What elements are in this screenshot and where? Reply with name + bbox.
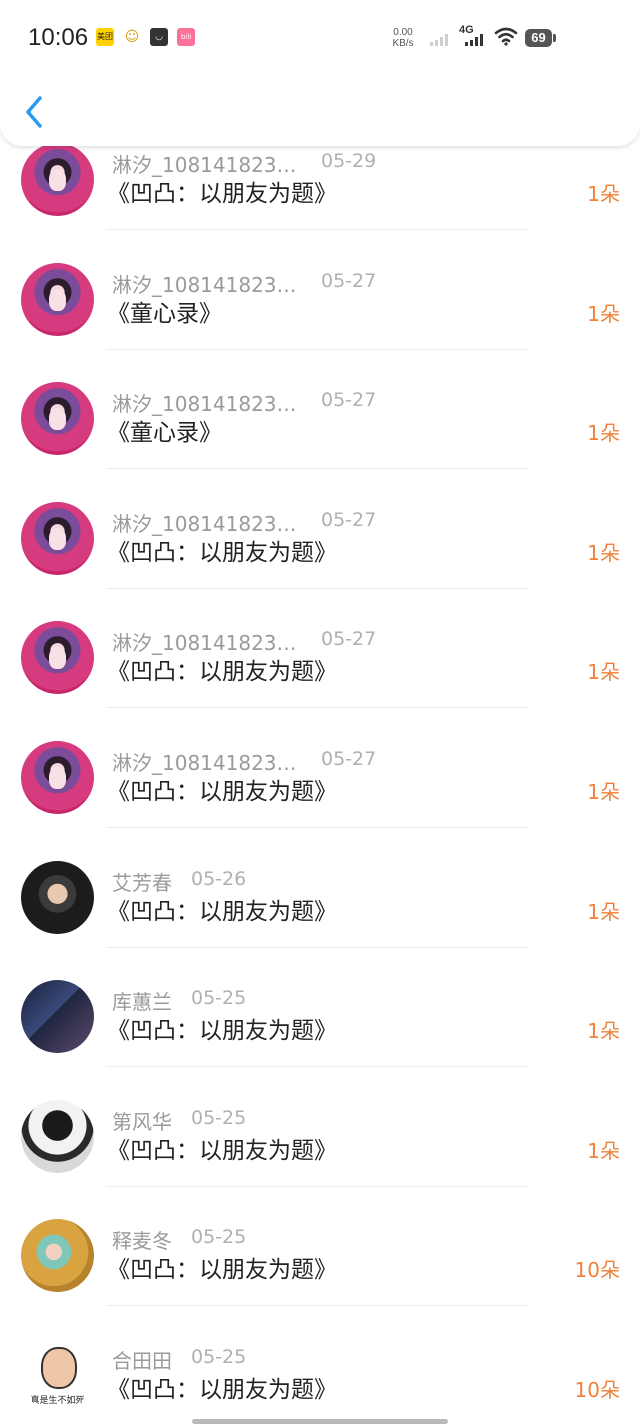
chevron-left-icon bbox=[26, 96, 42, 128]
flower-count: 1朵 bbox=[587, 421, 620, 446]
notification-icons: 美团 ☺ ◡ bili bbox=[96, 28, 195, 46]
list-item[interactable]: 淋汐_108141823… 05-27 《凹凸：以朋友为题》 1朵 bbox=[0, 469, 640, 589]
work-title[interactable]: 《凹凸：以朋友为题》 bbox=[107, 1370, 337, 1404]
gift-date: 05-25 bbox=[191, 987, 247, 1010]
gift-date: 05-25 bbox=[191, 1346, 247, 1368]
work-title[interactable]: 《凹凸：以朋友为题》 bbox=[107, 892, 337, 926]
gift-date: 05-29 bbox=[321, 150, 377, 172]
list-item[interactable]: 第风华 05-25 《凹凸：以朋友为题》 1朵 bbox=[0, 1067, 640, 1187]
signal-icon-sim2 bbox=[465, 33, 483, 46]
couple-photo-avatar[interactable] bbox=[21, 980, 94, 1054]
flower-count: 1朵 bbox=[587, 660, 620, 685]
home-indicator[interactable] bbox=[192, 1419, 448, 1424]
wifi-icon bbox=[494, 27, 518, 46]
smile-icon: ☺ bbox=[124, 29, 140, 45]
work-title[interactable]: 《童心录》 bbox=[107, 413, 222, 447]
work-title[interactable]: 《凹凸：以朋友为题》 bbox=[107, 1250, 337, 1284]
status-bar: 10:06 美团 ☺ ◡ bili 0.00 KB/s 4G 69 bbox=[0, 0, 640, 78]
work-title[interactable]: 《凹凸：以朋友为题》 bbox=[107, 1131, 337, 1165]
battery-icon: 69 bbox=[525, 29, 552, 47]
gift-date: 05-27 bbox=[321, 269, 377, 292]
flower-count: 1朵 bbox=[587, 780, 620, 804]
list-item[interactable]: 淋汐_108141823… 05-27 《童心录》 1朵 bbox=[0, 230, 640, 350]
gift-date: 05-25 bbox=[191, 1226, 247, 1249]
anime-girl-avatar[interactable] bbox=[21, 262, 94, 336]
list-item[interactable]: 淋汐_108141823… 05-27 《凹凸：以朋友为题》 1朵 bbox=[0, 588, 640, 709]
gift-date: 05-26 bbox=[191, 867, 247, 890]
cartoon-kid-avatar[interactable] bbox=[21, 860, 94, 934]
anime-girl-avatar[interactable] bbox=[21, 621, 94, 695]
network-speed-unit: KB/s bbox=[392, 38, 414, 49]
anime-girl-avatar[interactable] bbox=[21, 382, 94, 456]
back-button[interactable] bbox=[18, 92, 54, 132]
status-time: 10:06 bbox=[28, 24, 89, 51]
anime-girl-avatar[interactable] bbox=[21, 501, 94, 575]
flower-count: 1朵 bbox=[587, 1019, 620, 1044]
flower-count: 10朵 bbox=[574, 1378, 620, 1402]
bilibili-icon: bili bbox=[177, 28, 195, 46]
flower-count: 1朵 bbox=[587, 182, 620, 206]
work-title[interactable]: 《凹凸：以朋友为题》 bbox=[107, 174, 337, 208]
gift-date: 05-27 bbox=[321, 508, 377, 531]
meme-face-drawing bbox=[41, 1347, 77, 1389]
signal-icon-sim1 bbox=[430, 33, 448, 46]
gift-date: 05-27 bbox=[321, 389, 377, 412]
flower-count: 1朵 bbox=[587, 540, 620, 565]
network-speed: 0.00 KB/s bbox=[388, 27, 418, 49]
list-item[interactable]: 真是生不如死 合田田 05-25 《凹凸：以朋友为题》 10朵 bbox=[0, 1306, 640, 1426]
battery-tip bbox=[553, 34, 556, 42]
list-item[interactable]: 库蕙兰 05-25 《凹凸：以朋友为题》 1朵 bbox=[0, 947, 640, 1068]
anime-girl-avatar[interactable] bbox=[21, 741, 94, 814]
flower-count: 1朵 bbox=[587, 301, 620, 326]
network-speed-value: 0.00 bbox=[393, 27, 413, 38]
gift-date: 05-27 bbox=[321, 628, 377, 651]
avatar-caption: 真是生不如死 bbox=[30, 1396, 85, 1406]
hooded-person-avatar[interactable] bbox=[21, 1099, 94, 1173]
gift-date: 05-27 bbox=[321, 748, 377, 770]
work-title[interactable]: 《凹凸：以朋友为题》 bbox=[107, 1011, 337, 1045]
work-title[interactable]: 《凹凸：以朋友为题》 bbox=[107, 772, 337, 806]
meme-face-avatar[interactable]: 真是生不如死 bbox=[21, 1339, 94, 1412]
bag-icon: ◡ bbox=[150, 28, 168, 46]
girl-photo-avatar[interactable] bbox=[21, 1219, 94, 1293]
work-title[interactable]: 《凹凸：以朋友为题》 bbox=[107, 652, 337, 686]
anime-girl-avatar[interactable] bbox=[21, 143, 94, 216]
gift-date: 05-25 bbox=[191, 1106, 247, 1129]
flower-count: 10朵 bbox=[574, 1258, 620, 1283]
work-title[interactable]: 《童心录》 bbox=[107, 294, 222, 328]
work-title[interactable]: 《凹凸：以朋友为题》 bbox=[107, 533, 337, 567]
meituan-icon: 美团 bbox=[96, 28, 114, 46]
flower-count: 1朵 bbox=[587, 899, 620, 924]
list-item[interactable]: 淋汐_108141823… 05-27 《凹凸：以朋友为题》 1朵 bbox=[0, 708, 640, 828]
list-item[interactable]: 释麦冬 05-25 《凹凸：以朋友为题》 10朵 bbox=[0, 1186, 640, 1307]
flower-count: 1朵 bbox=[587, 1138, 620, 1163]
list-item[interactable]: 艾芳春 05-26 《凹凸：以朋友为题》 1朵 bbox=[0, 828, 640, 948]
list-item[interactable]: 淋汐_108141823… 05-27 《童心录》 1朵 bbox=[0, 349, 640, 470]
